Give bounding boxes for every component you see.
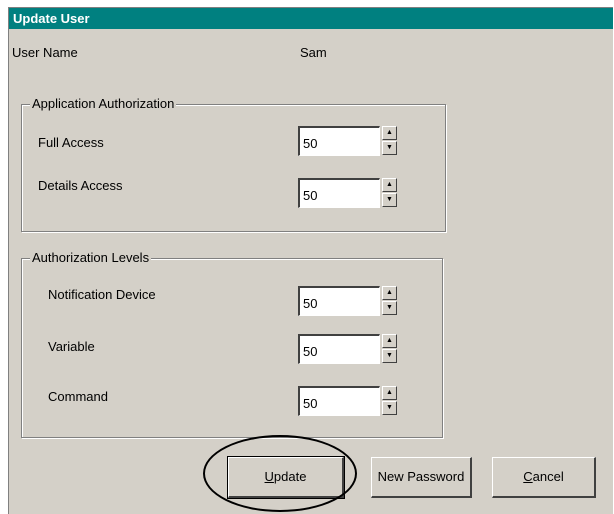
spin-up-icon[interactable]: ▲: [382, 334, 397, 348]
variable-spinner: 50 ▲ ▼: [298, 334, 398, 364]
variable-input[interactable]: 50: [298, 334, 380, 364]
spin-up-icon[interactable]: ▲: [382, 386, 397, 400]
dialog-title: Update User: [9, 8, 613, 29]
command-input[interactable]: 50: [298, 386, 380, 416]
spin-down-icon[interactable]: ▼: [382, 349, 397, 363]
details-access-input[interactable]: 50: [298, 178, 380, 208]
details-access-spinner: 50 ▲ ▼: [298, 178, 398, 208]
cancel-accelerator: C: [523, 469, 533, 484]
application-authorization-title: Application Authorization: [30, 96, 177, 112]
user-name-label: User Name: [12, 45, 78, 60]
cancel-button[interactable]: Cancel: [492, 457, 596, 498]
notification-device-spinner: 50 ▲ ▼: [298, 286, 398, 316]
spin-up-icon[interactable]: ▲: [382, 178, 397, 192]
authorization-levels-title: Authorization Levels: [30, 250, 152, 266]
details-access-label: Details Access: [38, 178, 123, 193]
full-access-spinner: 50 ▲ ▼: [298, 126, 398, 156]
spin-up-icon[interactable]: ▲: [382, 126, 397, 140]
spin-down-icon[interactable]: ▼: [382, 193, 397, 207]
new-password-button[interactable]: New Password: [371, 457, 472, 498]
user-name-value: Sam: [300, 45, 327, 60]
variable-label: Variable: [48, 339, 95, 354]
cancel-button-label: ancel: [532, 469, 564, 484]
command-spinner: 50 ▲ ▼: [298, 386, 398, 416]
spin-down-icon[interactable]: ▼: [382, 401, 397, 415]
full-access-label: Full Access: [38, 135, 104, 150]
spin-down-icon[interactable]: ▼: [382, 141, 397, 155]
command-label: Command: [48, 389, 108, 404]
spin-up-icon[interactable]: ▲: [382, 286, 397, 300]
spin-down-icon[interactable]: ▼: [382, 301, 397, 315]
notification-device-input[interactable]: 50: [298, 286, 380, 316]
notification-device-label: Notification Device: [48, 287, 156, 302]
full-access-input[interactable]: 50: [298, 126, 380, 156]
application-authorization-group: Application Authorization: [21, 96, 446, 232]
highlight-ellipse: [203, 435, 357, 512]
